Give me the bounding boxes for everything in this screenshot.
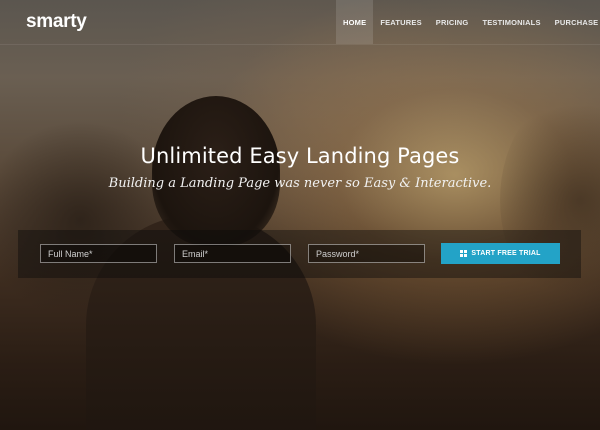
nav-item-testimonials[interactable]: TESTIMONIALS [475,0,547,44]
password-field[interactable] [308,244,425,263]
brand-logo[interactable]: smarty [26,11,87,33]
start-free-trial-label: START FREE TRIAL [471,250,541,257]
nav-item-features[interactable]: FEATURES [373,0,428,44]
hero-title: Unlimited Easy Landing Pages [140,144,460,168]
background-figure-head [152,96,280,246]
main-nav: HOME FEATURES PRICING TESTIMONIALS PURCH… [336,0,600,44]
nav-item-home[interactable]: HOME [336,0,374,44]
nav-item-purchase[interactable]: PURCHASE [548,0,600,44]
hero-section: smarty HOME FEATURES PRICING TESTIMONIAL… [0,0,600,430]
hero-subtitle: Building a Landing Page was never so Eas… [108,176,492,191]
signup-form: START FREE TRIAL [18,230,581,278]
start-free-trial-button[interactable]: START FREE TRIAL [441,243,560,264]
nav-item-pricing[interactable]: PRICING [429,0,476,44]
full-name-field[interactable] [40,244,157,263]
navbar: smarty HOME FEATURES PRICING TESTIMONIAL… [0,0,600,45]
email-field[interactable] [174,244,291,263]
windows-icon [460,250,468,257]
